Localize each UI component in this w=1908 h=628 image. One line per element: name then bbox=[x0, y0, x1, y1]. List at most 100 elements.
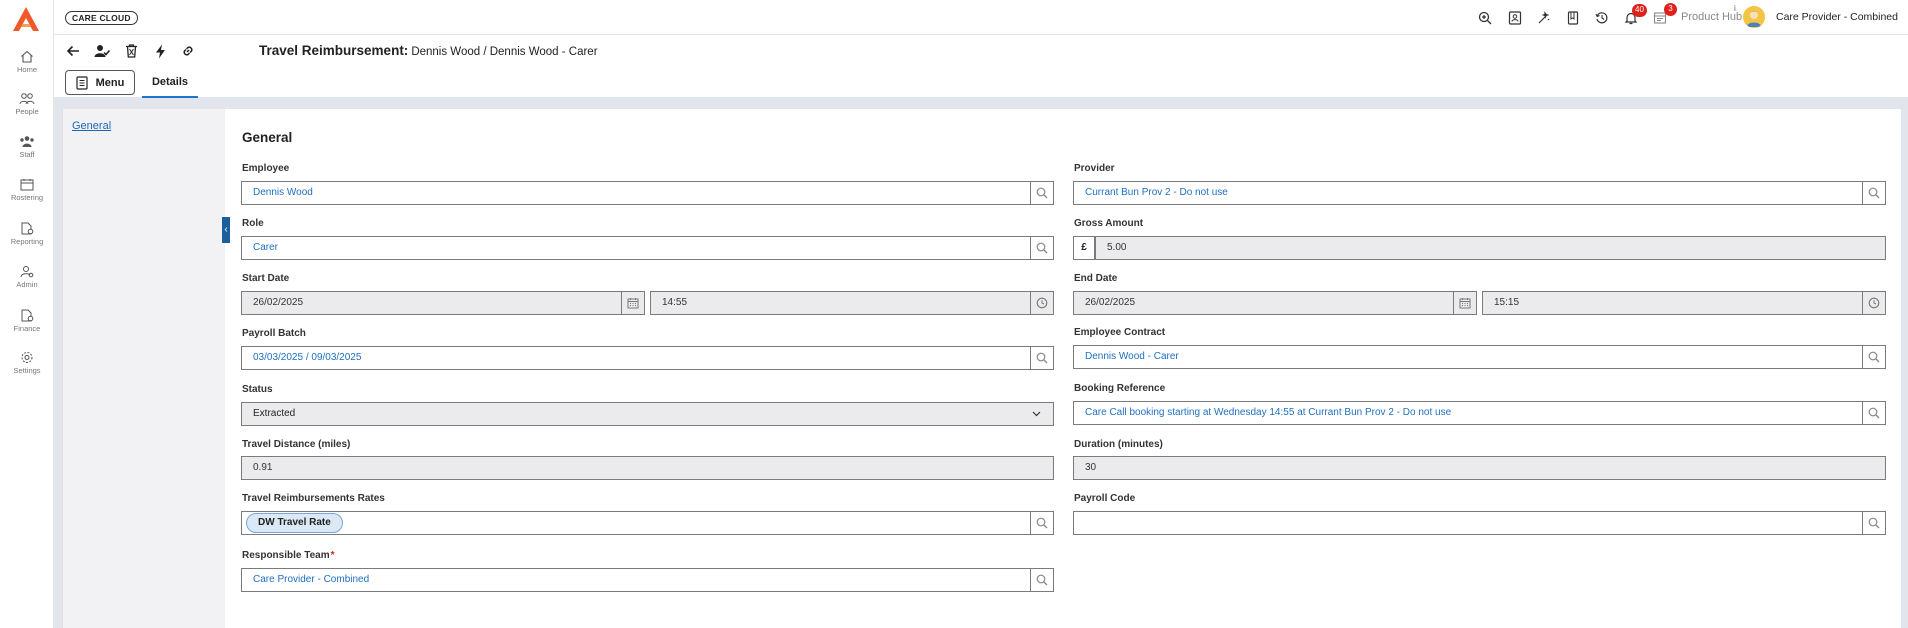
start-date-picker-button[interactable] bbox=[622, 291, 645, 315]
tab-row: Menu Details bbox=[54, 67, 1908, 103]
people-icon bbox=[19, 93, 35, 105]
end-time-field[interactable]: 15:15 bbox=[1482, 291, 1863, 315]
employee-contract-label: Employee Contract bbox=[1074, 327, 1166, 338]
back-button[interactable] bbox=[63, 41, 83, 61]
clock-icon bbox=[1868, 297, 1880, 309]
required-mark: * bbox=[330, 550, 335, 561]
finance-icon bbox=[21, 309, 34, 322]
admin-icon bbox=[20, 266, 34, 278]
end-date-field[interactable]: 26/02/2025 bbox=[1073, 291, 1454, 315]
menu-button[interactable]: Menu bbox=[65, 70, 135, 95]
start-time-picker-button[interactable] bbox=[1031, 291, 1054, 315]
user-name[interactable]: Care Provider - Combined bbox=[1776, 11, 1898, 23]
home-icon bbox=[21, 50, 33, 63]
rates-search-button[interactable] bbox=[1031, 511, 1054, 535]
nav-item-settings[interactable]: Settings bbox=[0, 351, 54, 375]
section-title: General bbox=[242, 130, 293, 145]
history-button[interactable] bbox=[1593, 9, 1611, 27]
assign-user-button[interactable] bbox=[92, 41, 112, 61]
staff-icon bbox=[20, 136, 34, 147]
app-logo-icon[interactable] bbox=[12, 6, 40, 32]
tab-details[interactable]: Details bbox=[142, 67, 198, 98]
lightning-icon bbox=[155, 44, 165, 58]
nav-item-admin[interactable]: Admin bbox=[0, 265, 54, 289]
actions-button[interactable] bbox=[150, 41, 170, 61]
responsible-team-search-button[interactable] bbox=[1031, 568, 1054, 592]
menu-button-label: Menu bbox=[95, 76, 125, 89]
product-hub-label[interactable]: Product Hub bbox=[1681, 11, 1742, 23]
nav-item-reporting[interactable]: Reporting bbox=[0, 222, 54, 246]
payroll-code-field[interactable] bbox=[1073, 511, 1863, 535]
info-icon[interactable]: i bbox=[1734, 4, 1736, 13]
role-field[interactable]: Carer bbox=[241, 236, 1031, 260]
booking-reference-label: Booking Reference bbox=[1074, 383, 1166, 394]
provider-field[interactable]: Currant Bun Prov 2 - Do not use bbox=[1073, 181, 1863, 205]
employee-field[interactable]: Dennis Wood bbox=[241, 181, 1031, 205]
clock-icon bbox=[1036, 297, 1048, 309]
search-icon bbox=[1036, 517, 1048, 529]
page-title-type: Travel Reimbursement: bbox=[259, 43, 409, 58]
rates-field[interactable] bbox=[241, 511, 1031, 535]
menu-doc-icon bbox=[76, 75, 88, 90]
nav-item-staff[interactable]: Staff bbox=[0, 135, 54, 159]
employee-contract-field[interactable]: Dennis Wood - Carer bbox=[1073, 345, 1863, 369]
reporting-icon bbox=[21, 222, 34, 235]
end-date-picker-button[interactable] bbox=[1454, 291, 1477, 315]
guide-book-button[interactable] bbox=[1564, 9, 1582, 27]
start-date-field[interactable]: 26/02/2025 bbox=[241, 291, 622, 315]
delete-button[interactable] bbox=[121, 41, 141, 61]
nav-item-rostering[interactable]: Rostering bbox=[0, 178, 54, 202]
start-date-label: Start Date bbox=[242, 273, 290, 284]
payroll-batch-search-button[interactable] bbox=[1031, 346, 1054, 370]
brand-label[interactable]: CARE CLOUD bbox=[65, 11, 138, 25]
employee-label: Employee bbox=[242, 163, 290, 174]
gross-amount-field[interactable]: 5.00 bbox=[1095, 236, 1886, 260]
payroll-batch-field[interactable]: 03/03/2025 / 09/03/2025 bbox=[241, 346, 1031, 370]
nav-item-finance[interactable]: Finance bbox=[0, 309, 54, 333]
page-title-record: Dennis Wood / Dennis Wood - Carer bbox=[411, 46, 598, 58]
rate-chip[interactable]: DW Travel Rate bbox=[246, 513, 343, 533]
role-search-button[interactable] bbox=[1031, 236, 1054, 260]
quick-action-button[interactable] bbox=[1535, 9, 1553, 27]
booking-reference-field[interactable]: Care Call booking starting at Wednesday … bbox=[1073, 401, 1863, 425]
status-select[interactable]: Extracted bbox=[241, 402, 1054, 426]
notifications-button[interactable]: 40 bbox=[1622, 4, 1647, 27]
provider-search-button[interactable] bbox=[1863, 181, 1886, 205]
nav-label: Rostering bbox=[10, 193, 44, 202]
end-time-picker-button[interactable] bbox=[1863, 291, 1886, 315]
top-bar: CARE CLOUD 40 3 Product Hub i Care Provi… bbox=[54, 0, 1908, 35]
side-link-general[interactable]: General bbox=[72, 120, 111, 132]
nav-item-people[interactable]: People bbox=[0, 92, 54, 116]
chevron-left-icon: ‹ bbox=[224, 224, 228, 235]
page-title: Travel Reimbursement: Dennis Wood / Denni… bbox=[259, 43, 598, 58]
zoom-search-button[interactable] bbox=[1476, 9, 1494, 27]
magic-wand-icon bbox=[1538, 11, 1550, 24]
link-button[interactable] bbox=[178, 41, 198, 61]
search-icon bbox=[1036, 352, 1048, 364]
duration-field[interactable]: 30 bbox=[1073, 456, 1886, 480]
book-icon bbox=[1567, 11, 1579, 25]
start-time-field[interactable]: 14:55 bbox=[650, 291, 1031, 315]
currency-symbol: £ bbox=[1073, 236, 1095, 260]
link-icon bbox=[183, 46, 193, 56]
payroll-code-search-button[interactable] bbox=[1863, 511, 1886, 535]
product-hub-button[interactable]: 3 bbox=[1651, 3, 1677, 27]
responsible-team-field[interactable]: Care Provider - Combined bbox=[241, 568, 1031, 592]
employee-search-button[interactable] bbox=[1031, 181, 1054, 205]
responsible-team-label-text: Responsible Team bbox=[242, 550, 330, 561]
booking-reference-search-button[interactable] bbox=[1863, 401, 1886, 425]
rates-label: Travel Reimbursements Rates bbox=[242, 493, 385, 504]
user-avatar[interactable] bbox=[1743, 6, 1765, 28]
nav-item-home[interactable]: Home bbox=[0, 50, 54, 74]
search-icon bbox=[1868, 187, 1880, 199]
status-label: Status bbox=[242, 384, 273, 395]
arrow-left-icon bbox=[66, 45, 79, 57]
calendar-icon bbox=[1459, 298, 1471, 309]
contact-card-button[interactable] bbox=[1506, 9, 1524, 27]
nav-label: Settings bbox=[13, 366, 41, 375]
travel-distance-field[interactable]: 0.91 bbox=[241, 456, 1054, 480]
search-icon bbox=[1868, 517, 1880, 529]
employee-contract-search-button[interactable] bbox=[1863, 345, 1886, 369]
collapse-panel-button[interactable]: ‹ bbox=[222, 217, 230, 243]
chevron-down-icon[interactable] bbox=[1029, 407, 1043, 421]
